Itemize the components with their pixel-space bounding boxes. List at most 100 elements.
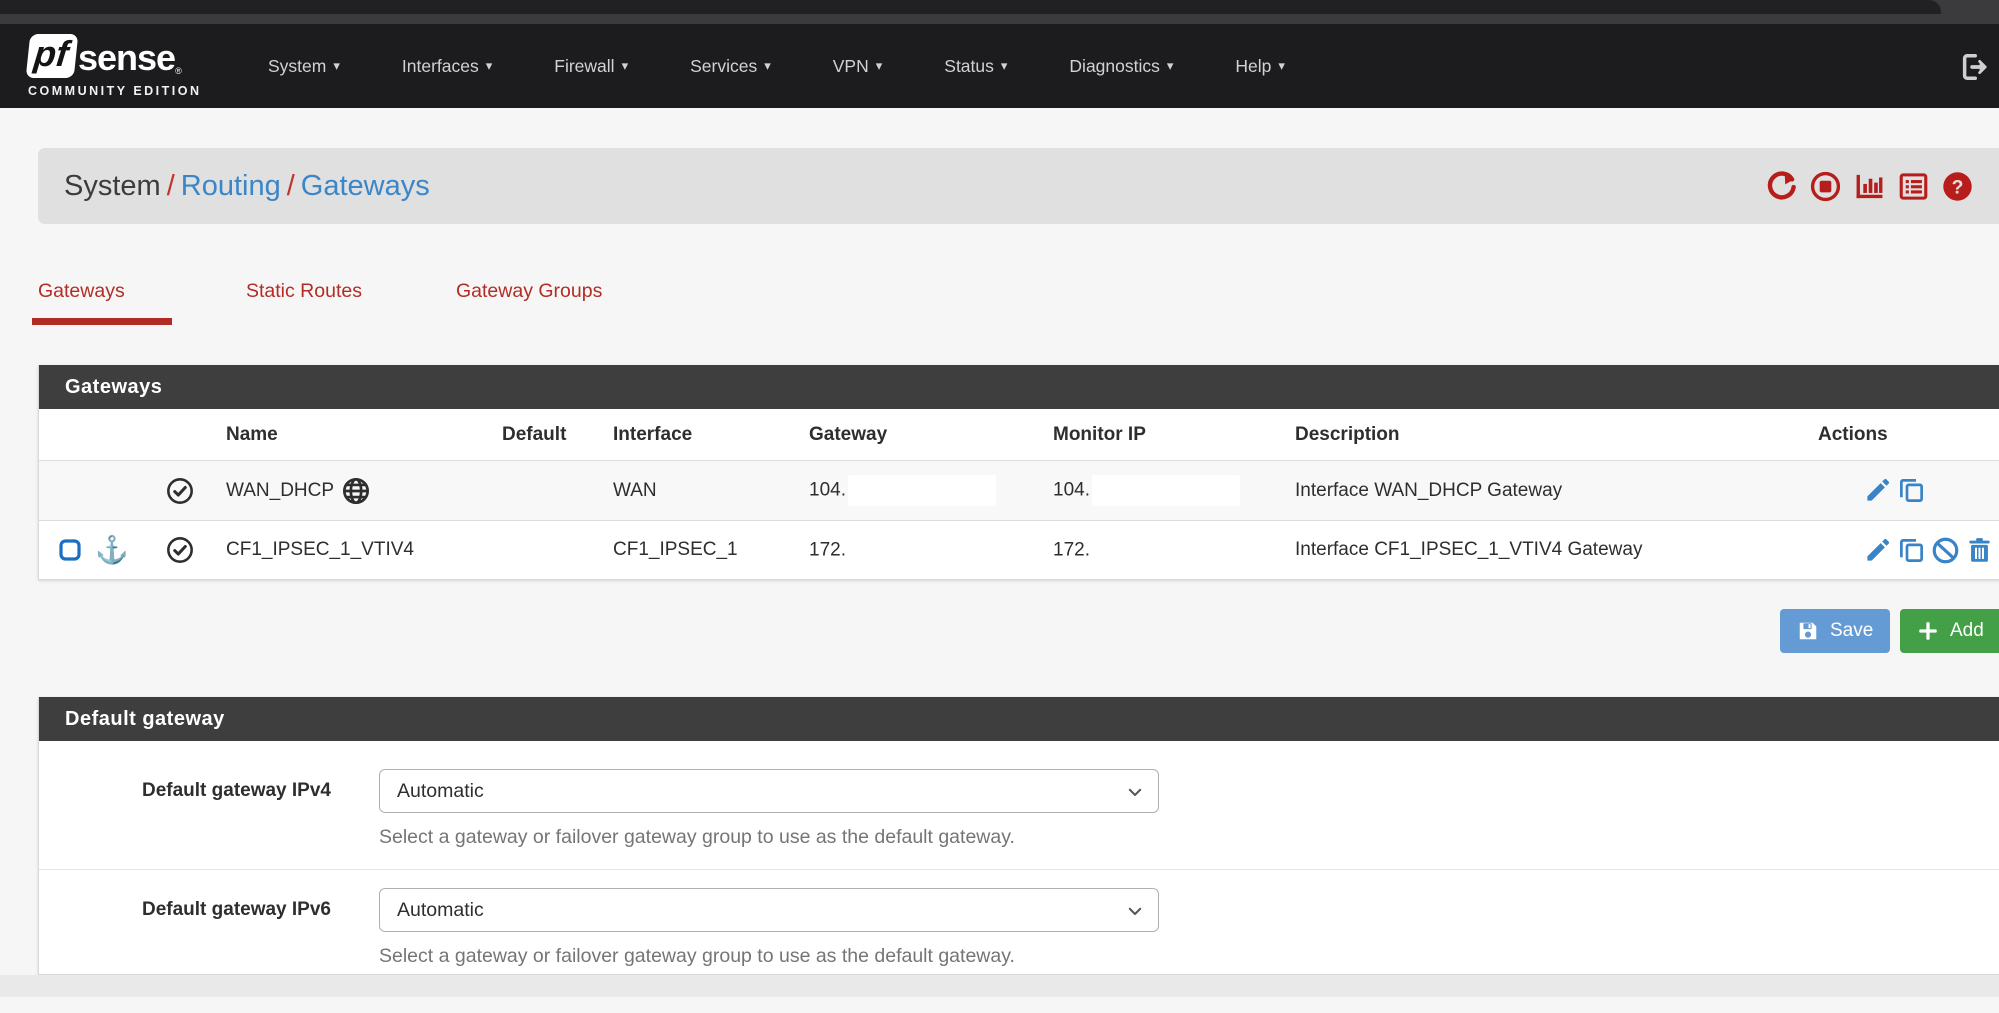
menu-system-label: System: [268, 56, 326, 77]
gateway-description: Interface CF1_IPSEC_1_VTIV4 Gateway: [1295, 539, 1818, 561]
default-gateway-ipv4-help: Select a gateway or failover gateway gro…: [379, 826, 1159, 849]
breadcrumb: System/Routing/Gateways: [64, 170, 430, 203]
gateway-name: WAN_DHCP: [226, 480, 334, 502]
chart-icon[interactable]: [1854, 171, 1885, 202]
logo-registered: ®: [175, 66, 182, 78]
edit-icon[interactable]: [1864, 537, 1891, 564]
redacted-ip: [848, 475, 996, 506]
column-gateway: Gateway: [809, 424, 1053, 446]
table-row-wan-dhcp: WAN_DHCP WAN 104. 104. Interface WAN_DHC…: [39, 461, 1999, 520]
globe-icon: [342, 477, 370, 505]
default-gateway-panel: Default gateway Default gateway IPv4 Aut…: [38, 697, 1999, 975]
default-gateway-ipv6-label: Default gateway IPv6: [39, 888, 331, 968]
breadcrumb-bar: System/Routing/Gateways: [38, 148, 1999, 224]
table-row-cf1-ipsec: ⚓ CF1_IPSEC_1_VTIV4 CF1_IPSEC_1 172. 172…: [39, 520, 1999, 579]
log-icon[interactable]: [1898, 171, 1929, 202]
chevron-down-icon: ▾: [622, 58, 629, 74]
window-dark-cap: [0, 0, 1941, 14]
menu-system[interactable]: System ▾: [268, 56, 340, 77]
tab-gateways[interactable]: Gateways: [38, 280, 166, 325]
redacted-ip: [1092, 475, 1240, 506]
sign-out-icon[interactable]: [1959, 52, 1989, 82]
gateway-description: Interface WAN_DHCP Gateway: [1295, 480, 1818, 502]
tab-gateway-groups[interactable]: Gateway Groups: [456, 280, 602, 325]
menu-services[interactable]: Services ▾: [690, 56, 771, 77]
breadcrumb-separator: /: [281, 170, 301, 202]
logo-pf: pf: [26, 34, 79, 78]
menu-vpn[interactable]: VPN ▾: [833, 56, 883, 77]
default-gateway-ipv4-select[interactable]: Automatic: [379, 769, 1159, 813]
menu-status[interactable]: Status ▾: [944, 56, 1007, 77]
menu-firewall-label: Firewall: [554, 56, 614, 77]
breadcrumb-section: System: [64, 170, 161, 202]
logo-subtitle: COMMUNITY EDITION: [28, 84, 218, 98]
column-description: Description: [1295, 424, 1818, 446]
help-icon[interactable]: ?: [1942, 171, 1973, 202]
menu-status-label: Status: [944, 56, 994, 77]
redacted-ip: [848, 535, 996, 566]
column-name: Name: [226, 424, 502, 446]
check-circle-icon: [166, 536, 194, 564]
gateway-interface: CF1_IPSEC_1: [613, 539, 809, 561]
select-value: Automatic: [397, 780, 484, 803]
pfsense-logo[interactable]: pf sense ® COMMUNITY EDITION: [28, 34, 218, 98]
monitor-ip: 104.: [1053, 480, 1090, 501]
menu-interfaces[interactable]: Interfaces ▾: [402, 56, 492, 77]
tab-static-routes[interactable]: Static Routes: [246, 280, 456, 325]
floppy-icon: [1797, 620, 1819, 642]
column-monitor-ip: Monitor IP: [1053, 424, 1295, 446]
column-actions: Actions: [1818, 424, 1999, 446]
menu-diagnostics-label: Diagnostics: [1069, 56, 1159, 77]
copy-icon[interactable]: [1898, 477, 1925, 504]
gateway-ip: 104.: [809, 480, 846, 501]
menu-firewall[interactable]: Firewall ▾: [554, 56, 628, 77]
add-button[interactable]: Add: [1900, 609, 1999, 653]
menu-diagnostics[interactable]: Diagnostics ▾: [1069, 56, 1173, 77]
column-interface: Interface: [613, 424, 809, 446]
routing-tabs: Gateways Static Routes Gateway Groups: [38, 280, 1999, 325]
breadcrumb-action-icons: ?: [1766, 148, 1973, 224]
main-menu: System ▾ Interfaces ▾ Firewall ▾ Service…: [268, 56, 1285, 77]
redacted-ip: [1092, 535, 1240, 566]
chevron-down-icon: ▾: [876, 58, 883, 74]
chevron-down-icon: ▾: [1001, 58, 1008, 74]
plus-icon: [1917, 620, 1939, 642]
gateway-interface: WAN: [613, 480, 809, 502]
page-bottom-strip: [0, 975, 1999, 997]
table-buttons-row: Save Add: [38, 609, 1999, 653]
default-gateway-ipv4-label: Default gateway IPv4: [39, 769, 331, 849]
breadcrumb-link-routing[interactable]: Routing: [181, 170, 281, 202]
gateway-name: CF1_IPSEC_1_VTIV4: [226, 539, 414, 561]
stop-circle-icon[interactable]: [1810, 171, 1841, 202]
menu-help[interactable]: Help ▾: [1235, 56, 1285, 77]
delete-icon[interactable]: [1966, 537, 1993, 564]
default-gateway-ipv6-row: Default gateway IPv6 Automatic Select a …: [39, 869, 1999, 974]
edit-icon[interactable]: [1864, 477, 1891, 504]
default-gateway-ipv6-help: Select a gateway or failover gateway gro…: [379, 945, 1159, 968]
breadcrumb-link-gateways[interactable]: Gateways: [301, 170, 430, 202]
menu-help-label: Help: [1235, 56, 1271, 77]
chevron-down-icon: ▾: [1278, 58, 1285, 74]
chevron-down-icon: [1126, 902, 1144, 920]
column-default: Default: [502, 424, 613, 446]
check-circle-icon: [166, 477, 194, 505]
square-icon: [58, 538, 82, 562]
menu-interfaces-label: Interfaces: [402, 56, 479, 77]
logo-sense: sense: [78, 40, 175, 78]
copy-icon[interactable]: [1898, 537, 1925, 564]
select-value: Automatic: [397, 899, 484, 922]
menu-vpn-label: VPN: [833, 56, 869, 77]
default-gateway-ipv6-select[interactable]: Automatic: [379, 888, 1159, 932]
chevron-down-icon: ▾: [333, 58, 340, 74]
chevron-down-icon: ▾: [486, 58, 493, 74]
disable-icon[interactable]: [1932, 537, 1959, 564]
chevron-down-icon: [1126, 783, 1144, 801]
gateway-ip: 172.: [809, 539, 846, 560]
save-button[interactable]: Save: [1780, 609, 1890, 653]
refresh-icon[interactable]: [1766, 171, 1797, 202]
window-top-strip: [0, 0, 1999, 24]
chevron-down-icon: ▾: [1167, 58, 1174, 74]
chevron-down-icon: ▾: [764, 58, 771, 74]
gateways-table-header: Name Default Interface Gateway Monitor I…: [39, 409, 1999, 461]
svg-text:?: ?: [1952, 176, 1964, 198]
